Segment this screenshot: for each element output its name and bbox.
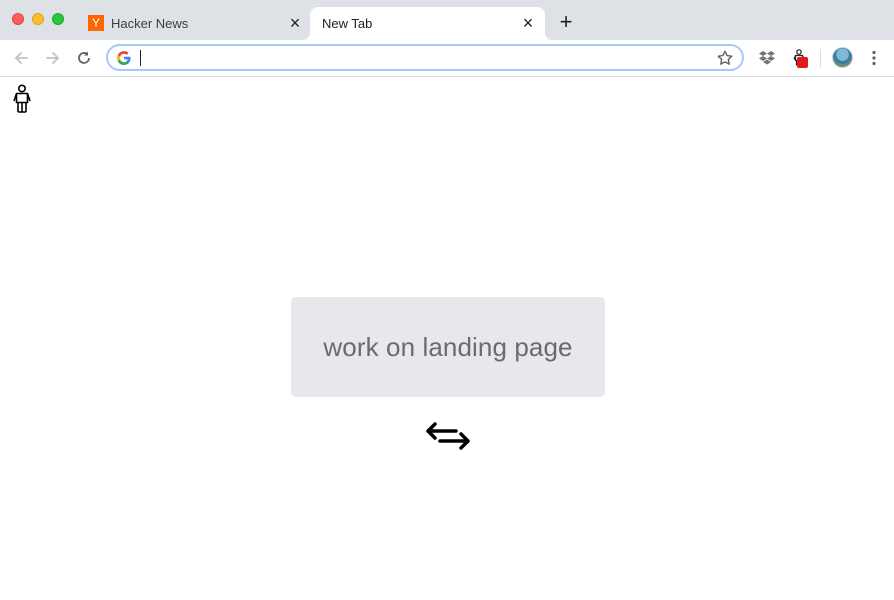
- extension-badge: [797, 57, 808, 68]
- swap-arrows-icon[interactable]: [425, 421, 471, 451]
- back-arrow-icon: [14, 52, 28, 64]
- tab-strip: Y Hacker News × New Tab × +: [0, 0, 894, 40]
- person-extension-button[interactable]: [789, 48, 809, 68]
- task-card[interactable]: work on landing page: [291, 297, 605, 397]
- avatar[interactable]: [832, 47, 853, 68]
- back-button[interactable]: [9, 46, 33, 70]
- dropbox-icon[interactable]: [757, 48, 777, 68]
- window-minimize-button[interactable]: [32, 13, 44, 25]
- tab-title: Hacker News: [111, 16, 189, 31]
- reload-button[interactable]: [72, 46, 96, 70]
- browser-toolbar: [0, 40, 894, 77]
- close-icon[interactable]: ×: [519, 14, 537, 32]
- text-cursor: [140, 50, 141, 66]
- tab-hacker-news[interactable]: Y Hacker News ×: [80, 7, 308, 40]
- reload-icon: [78, 51, 90, 64]
- hacker-news-favicon-icon: Y: [88, 15, 104, 31]
- address-bar[interactable]: [106, 44, 744, 71]
- toolbar-divider: [820, 49, 821, 67]
- tab-title: New Tab: [322, 16, 373, 31]
- task-label: work on landing page: [323, 331, 573, 362]
- omnibox-input[interactable]: [144, 48, 708, 70]
- forward-arrow-icon: [46, 52, 60, 64]
- forward-button[interactable]: [41, 46, 65, 70]
- tab-new-tab[interactable]: New Tab ×: [302, 7, 553, 40]
- google-g-icon: [117, 51, 131, 65]
- new-tab-button[interactable]: +: [556, 11, 576, 33]
- window-maximize-button[interactable]: [52, 13, 64, 25]
- window-close-button[interactable]: [12, 13, 24, 25]
- close-icon[interactable]: ×: [286, 14, 304, 32]
- bookmark-star-icon[interactable]: [716, 49, 734, 67]
- more-menu-icon[interactable]: [864, 48, 884, 68]
- person-icon[interactable]: [11, 84, 33, 114]
